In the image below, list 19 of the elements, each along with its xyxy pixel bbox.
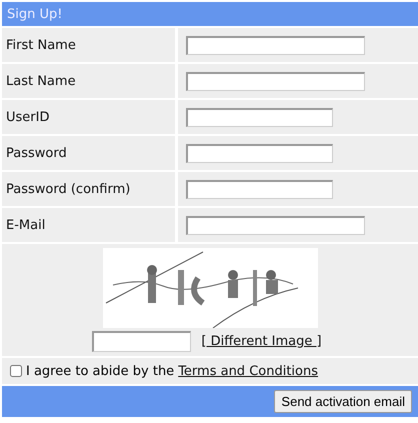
input-field[interactable]: [186, 216, 365, 234]
input-field[interactable]: [186, 72, 365, 90]
different-image-link[interactable]: [ Different Image ]: [201, 334, 322, 349]
field-label: Last Name: [2, 64, 175, 98]
send-activation-button[interactable]: Send activation email: [274, 390, 412, 413]
agreement-text: I agree to abide by the: [26, 364, 174, 378]
field-label: E-Mail: [2, 208, 175, 242]
input-field[interactable]: [186, 108, 333, 126]
field-label: UserID: [2, 100, 175, 134]
agree-checkbox[interactable]: [10, 365, 22, 377]
field-label: Password: [2, 136, 175, 170]
captcha-input-field[interactable]: [92, 331, 192, 352]
field-label: First Name: [2, 28, 175, 62]
input-field[interactable]: [186, 36, 365, 54]
form-title: Sign Up!: [2, 2, 418, 26]
input-field[interactable]: [186, 144, 333, 162]
terms-link[interactable]: Terms and Conditions: [178, 364, 318, 378]
input-field[interactable]: [186, 180, 333, 198]
field-label: Password (confirm): [2, 172, 175, 206]
